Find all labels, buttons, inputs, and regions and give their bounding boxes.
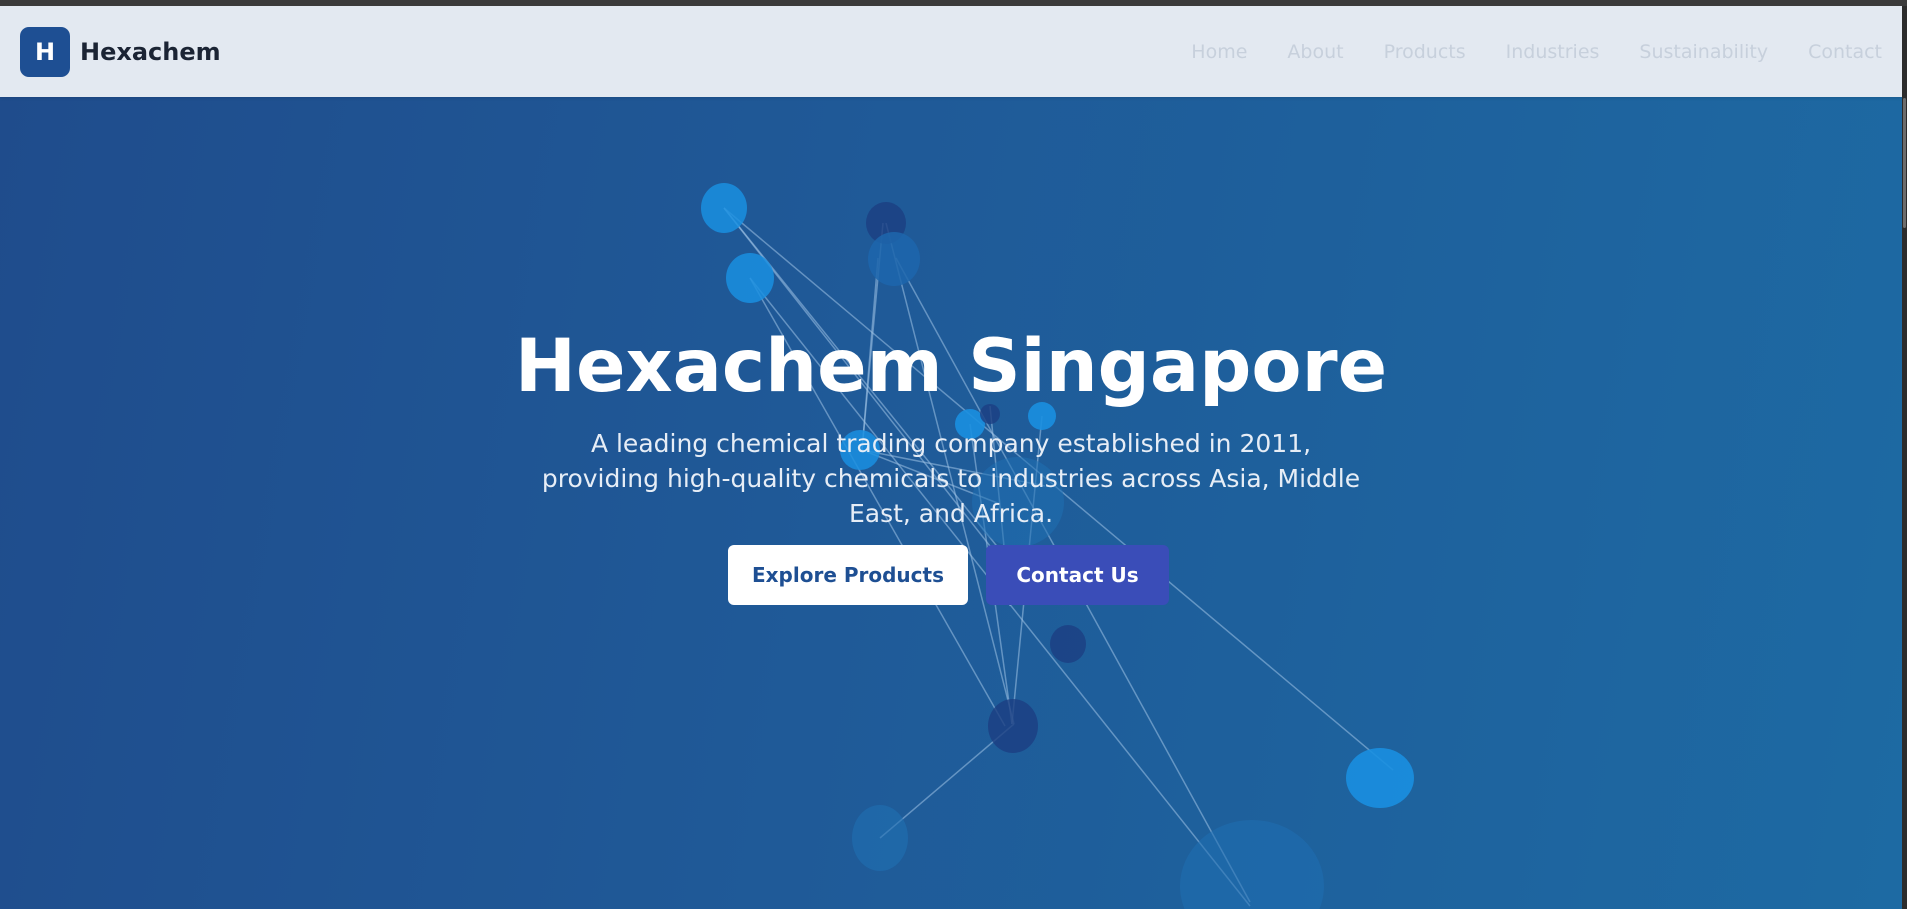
nav-link-contact[interactable]: Contact: [1808, 41, 1882, 63]
nav-link-sustainability[interactable]: Sustainability: [1639, 41, 1768, 63]
page-scrollbar[interactable]: [1902, 6, 1907, 909]
hero-title: Hexachem Singapore: [514, 324, 1388, 409]
hero-subtitle: A leading chemical trading company estab…: [541, 429, 1361, 528]
nav-links: Home About Products Industries Sustainab…: [1191, 6, 1882, 97]
scrollbar-thumb[interactable]: [1903, 98, 1906, 228]
navbar: H Hexachem Home About Products Industrie…: [0, 6, 1902, 97]
contact-us-button[interactable]: Contact Us: [986, 545, 1169, 605]
nav-link-products[interactable]: Products: [1384, 41, 1466, 63]
nav-link-home[interactable]: Home: [1191, 41, 1247, 63]
explore-products-button[interactable]: Explore Products: [728, 545, 968, 605]
logo-badge: H: [20, 26, 70, 77]
nav-link-about[interactable]: About: [1287, 41, 1343, 63]
brand-logo[interactable]: H Hexachem: [20, 26, 221, 77]
hero-section: Hexachem Singapore A leading chemical tr…: [0, 6, 1902, 909]
brand-name: Hexachem: [80, 37, 221, 66]
nav-link-industries[interactable]: Industries: [1506, 41, 1600, 63]
page: H Hexachem Home About Products Industrie…: [0, 6, 1902, 909]
